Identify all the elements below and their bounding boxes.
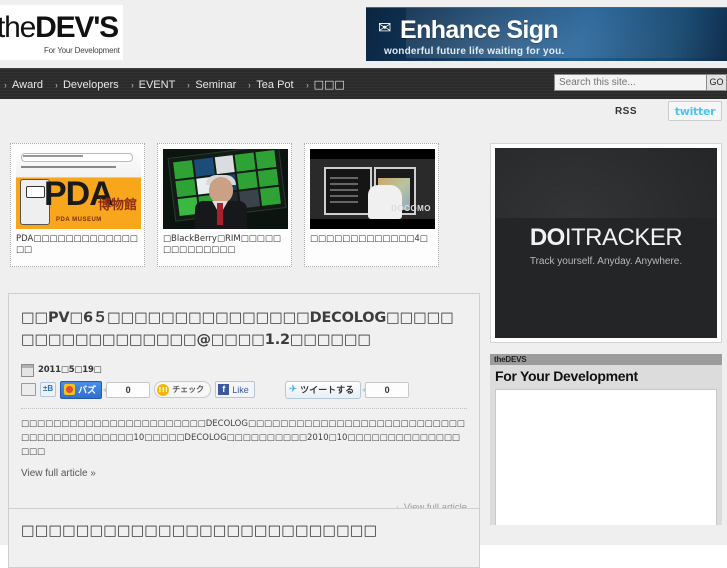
nav-item-tea-pot[interactable]: › Tea Pot xyxy=(248,79,301,91)
thumbnail-image-blackberry xyxy=(163,149,288,229)
buzz-icon xyxy=(64,384,76,395)
nav-item-label: Seminar xyxy=(195,78,237,91)
ad-banner-enhance-sign[interactable]: ✉ Enhance Sign wonderful future life wai… xyxy=(366,7,727,61)
yahoo-check-button[interactable]: !!! チェック xyxy=(154,381,212,398)
chevron-right-icon: › xyxy=(55,79,58,90)
widget-body xyxy=(495,389,717,525)
nav-item-label: □□□ xyxy=(313,78,345,91)
chevron-right-icon: › xyxy=(4,79,7,90)
view-full-article-link[interactable]: View full article » xyxy=(21,468,467,479)
twitter-label: twitter xyxy=(674,104,716,118)
article-excerpt: □□□□□□□□□□□□□□□□□□□□□□□DECOLOG□□□□□□□□□□… xyxy=(21,418,465,458)
article-title[interactable]: □□□□□□□□□□□□□□□□□□□□□□□□□□ xyxy=(21,523,467,539)
nav-item-label: Award xyxy=(12,78,43,91)
like-label: Like xyxy=(232,384,249,395)
chevron-right-icon: › xyxy=(305,79,309,90)
social-links-bar: RSS twitter xyxy=(0,99,727,129)
facebook-icon: f xyxy=(218,384,230,395)
tweet-button[interactable]: ✈ ツイートする xyxy=(284,380,362,399)
nav-item-event[interactable]: › EVENT xyxy=(131,79,184,91)
nav-item-developers[interactable]: › Developers xyxy=(55,79,127,91)
promo-logo-do: DO xyxy=(529,224,566,251)
thumbnail-caption: □BlackBerry□RIM□□□□□□□□□□□□□□ xyxy=(163,234,281,256)
check-icon: !!! xyxy=(157,383,170,396)
chevron-right-icon: › xyxy=(248,79,251,90)
ad-banner-subtitle: wonderful future life waiting for you. xyxy=(384,46,565,57)
buzz-count: 0 xyxy=(103,381,151,398)
thumb-art-jp-mark: 博物館 xyxy=(97,198,137,213)
page-root: theDEV'S For Your Development ✉ Enhance … xyxy=(0,0,727,568)
article-title[interactable]: □□PV□6５□□□□□□□□□□□□□□□DECOLOG□□□□□□□□□□□… xyxy=(21,308,467,352)
logo-the: the xyxy=(0,11,36,44)
tweet-label: ツイートする xyxy=(300,386,355,396)
check-label: チェック xyxy=(172,385,205,394)
nav-item-japanese[interactable]: › □□□ xyxy=(306,78,353,91)
widget-eyebrow: theDEVS xyxy=(490,354,722,365)
widget-title: For Your Development xyxy=(495,368,638,384)
folder-icon xyxy=(21,383,36,396)
search-input[interactable] xyxy=(554,74,707,91)
thumb-art-subline: PDA MUSEUM xyxy=(56,217,102,223)
nav-item-label: Developers xyxy=(62,78,119,91)
thumbnail-card-3[interactable]: DOCOMO □□□□□□□□□□□□□4□ xyxy=(304,143,439,267)
featured-thumbnail-row: PDA PDA MUSEUM 博物館 PDA□□□□□□□□□□□□□□□ □B… xyxy=(10,143,480,267)
google-buzz-button[interactable]: バズ xyxy=(60,380,103,399)
thumbnail-caption: □□□□□□□□□□□□□4□ xyxy=(310,234,428,244)
search-go-button[interactable]: GO xyxy=(707,74,727,91)
thumbnail-caption: PDA□□□□□□□□□□□□□□□ xyxy=(16,234,138,256)
site-search: GO xyxy=(554,74,727,91)
mail-stamp-icon: ✉ xyxy=(378,20,392,37)
site-header: theDEV'S For Your Development ✉ Enhance … xyxy=(0,0,727,68)
nav-item-list: › Award › Developers › EVENT › Seminar › Tea … xyxy=(0,69,353,100)
promo-banner-doitracker[interactable]: DOITRACKER Track yourself. Anyday. Anywh… xyxy=(490,143,722,343)
article-share-row: ±B バズ 0 !!! チェック f Like ✈ ツイートする 0 xyxy=(21,380,467,399)
divider xyxy=(21,407,467,409)
promo-tagline: Track yourself. Anyday. Anywhere. xyxy=(529,256,683,267)
thumb-art-brand: DOCOMO xyxy=(391,204,431,213)
site-logo[interactable]: theDEV'S For Your Development xyxy=(0,5,123,60)
twitter-button[interactable]: twitter xyxy=(668,101,722,121)
nav-item-seminar[interactable]: › Seminar xyxy=(187,79,244,91)
tweet-count: 0 xyxy=(362,381,410,398)
sidebar-widget: theDEVS For Your Development xyxy=(490,354,722,525)
nav-item-label: Tea Pot xyxy=(256,78,294,91)
thumbnail-image-ereader: DOCOMO xyxy=(310,149,435,229)
main-navigation: › Award › Developers › EVENT › Seminar › Tea … xyxy=(0,68,727,100)
nav-item-award[interactable]: › Award xyxy=(4,79,51,91)
promo-logo: DOITRACKER xyxy=(495,224,717,252)
thumbnail-card-2[interactable]: □BlackBerry□RIM□□□□□□□□□□□□□□ xyxy=(157,143,292,267)
logo-tagline: For Your Development xyxy=(44,46,120,55)
logo-devs: DEV'S xyxy=(35,11,119,44)
chevron-right-icon: › xyxy=(187,79,191,90)
nav-item-label: EVENT xyxy=(138,78,176,91)
ad-banner-title: Enhance Sign xyxy=(400,16,559,44)
facebook-like-button[interactable]: f Like xyxy=(215,381,255,398)
rss-link[interactable]: RSS xyxy=(615,106,637,117)
buzz-label: バズ xyxy=(78,386,97,396)
article-card-1: □□PV□6５□□□□□□□□□□□□□□□DECOLOG□□□□□□□□□□□… xyxy=(8,293,480,539)
thumbnail-card-1[interactable]: PDA PDA MUSEUM 博物館 PDA□□□□□□□□□□□□□□□ xyxy=(10,143,145,267)
right-sidebar: DOITRACKER Track yourself. Anyday. Anywh… xyxy=(490,143,727,525)
logo-wordmark: theDEV'S xyxy=(0,11,123,45)
chevron-right-icon: › xyxy=(130,79,134,90)
article-date: 2011□5□19□ xyxy=(38,365,102,375)
promo-logo-itracker: ITRACKER xyxy=(564,224,683,251)
twitter-bird-icon: ✈ xyxy=(288,384,298,395)
calendar-icon xyxy=(21,363,34,377)
thumbnail-image-pda-museum: PDA PDA MUSEUM 博物館 xyxy=(16,149,141,229)
article-card-2: □□□□□□□□□□□□□□□□□□□□□□□□□□ xyxy=(8,508,480,568)
article-meta: 2011□5□19□ xyxy=(21,363,467,377)
hatena-bookmark-button[interactable]: ±B xyxy=(40,382,57,397)
